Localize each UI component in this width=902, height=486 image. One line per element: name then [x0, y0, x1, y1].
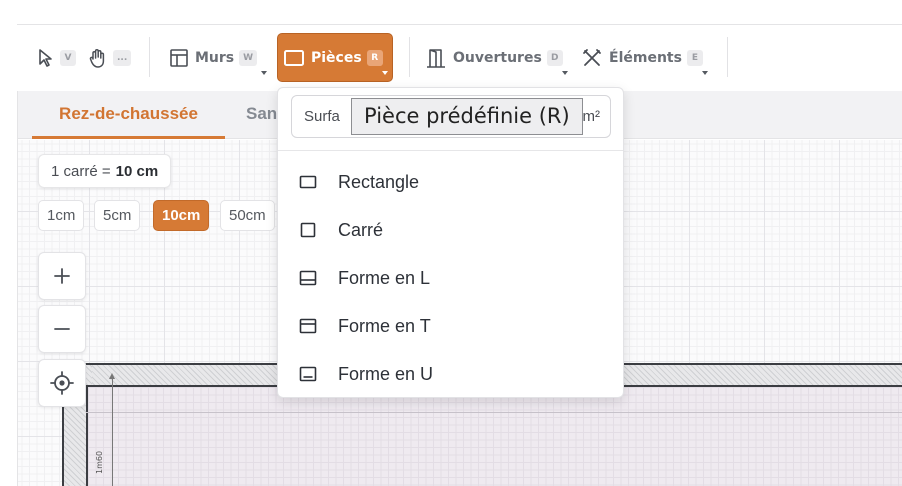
elements-shortcut-badge: E: [686, 50, 703, 66]
menu-item-rectangle[interactable]: Rectangle: [278, 158, 623, 206]
walls-label: Murs: [195, 50, 235, 66]
walls-chevron-down-icon[interactable]: [261, 71, 267, 75]
door-icon: [427, 49, 445, 68]
openings-tool[interactable]: Ouvertures D: [425, 41, 563, 75]
menu-item-label: Forme en L: [338, 267, 431, 288]
square-icon: [299, 221, 317, 239]
tab-second-floor[interactable]: San: [246, 91, 277, 139]
scale-option-5cm[interactable]: 5cm: [94, 200, 141, 231]
dimension-line: [112, 378, 113, 486]
plus-icon: [54, 268, 70, 284]
tools-icon: [583, 49, 601, 66]
scale-option-10cm[interactable]: 10cm: [153, 200, 210, 231]
walls-tool[interactable]: Murs W: [169, 41, 258, 75]
minus-icon: [54, 328, 70, 330]
toolbar-separator: [409, 37, 410, 77]
dropdown-divider: [278, 150, 623, 151]
walls-icon: [170, 49, 188, 67]
rooms-label: Pièces: [311, 49, 362, 66]
menu-item-t-shape[interactable]: Forme en T: [278, 302, 623, 350]
elements-tool[interactable]: Éléments E: [581, 41, 703, 75]
openings-shortcut-badge: D: [546, 50, 563, 66]
menu-item-label: Carré: [338, 219, 384, 240]
recenter-button[interactable]: [38, 359, 86, 407]
rooms-shortcut-badge: R: [366, 49, 383, 66]
select-shortcut-badge: V: [60, 50, 76, 66]
walls-shortcut-badge: W: [239, 50, 258, 66]
elements-label: Éléments: [609, 50, 682, 66]
menu-item-u-shape[interactable]: Forme en U: [278, 350, 623, 398]
scale-value: 10 cm: [115, 162, 159, 180]
scale-option-1cm[interactable]: 1cm: [38, 200, 85, 231]
dimension-arrow-icon: [109, 373, 115, 379]
scale-prefix: 1 carré =: [51, 162, 111, 180]
l-shape-icon: [299, 269, 317, 287]
cursor-arrow-icon: [39, 49, 52, 67]
zoom-in-button[interactable]: [38, 252, 86, 300]
toolbar-separator: [727, 37, 728, 77]
menu-item-l-shape[interactable]: Forme en L: [278, 254, 623, 302]
toolbar-separator: [149, 37, 150, 77]
rooms-tooltip: Pièce prédéfinie (R): [351, 98, 583, 135]
surface-input-value: Surfa: [304, 108, 340, 125]
tab-ground-floor[interactable]: Rez-de-chaussée: [32, 91, 225, 139]
surface-unit: m²: [580, 96, 600, 137]
room-floor[interactable]: [86, 385, 902, 486]
hand-icon: [89, 49, 105, 68]
rooms-tool[interactable]: Pièces R: [277, 33, 393, 82]
menu-item-label: Rectangle: [338, 171, 420, 192]
u-shape-icon: [299, 365, 317, 383]
menu-item-label: Forme en T: [338, 315, 431, 336]
scale-indicator: 1 carré = 10 cm: [38, 154, 172, 188]
menu-item-square[interactable]: Carré: [278, 206, 623, 254]
zoom-out-button[interactable]: [38, 305, 86, 353]
scale-option-50cm[interactable]: 50cm: [220, 200, 275, 231]
elements-chevron-down-icon[interactable]: [702, 71, 708, 75]
openings-label: Ouvertures: [453, 50, 542, 66]
pan-tool[interactable]: ...: [87, 41, 132, 75]
rectangle-icon: [299, 173, 317, 191]
rooms-chevron-down-icon[interactable]: [382, 71, 388, 75]
crosshair-icon: [50, 371, 74, 395]
dimension-label: 1m60: [95, 450, 104, 474]
room-rectangle-icon: [284, 49, 304, 66]
pan-shortcut-badge: ...: [113, 50, 132, 66]
t-shape-icon: [299, 317, 317, 335]
select-tool[interactable]: V: [37, 41, 76, 75]
openings-chevron-down-icon[interactable]: [562, 71, 568, 75]
menu-item-label: Forme en U: [338, 363, 434, 384]
room-guide-line: [86, 412, 902, 413]
